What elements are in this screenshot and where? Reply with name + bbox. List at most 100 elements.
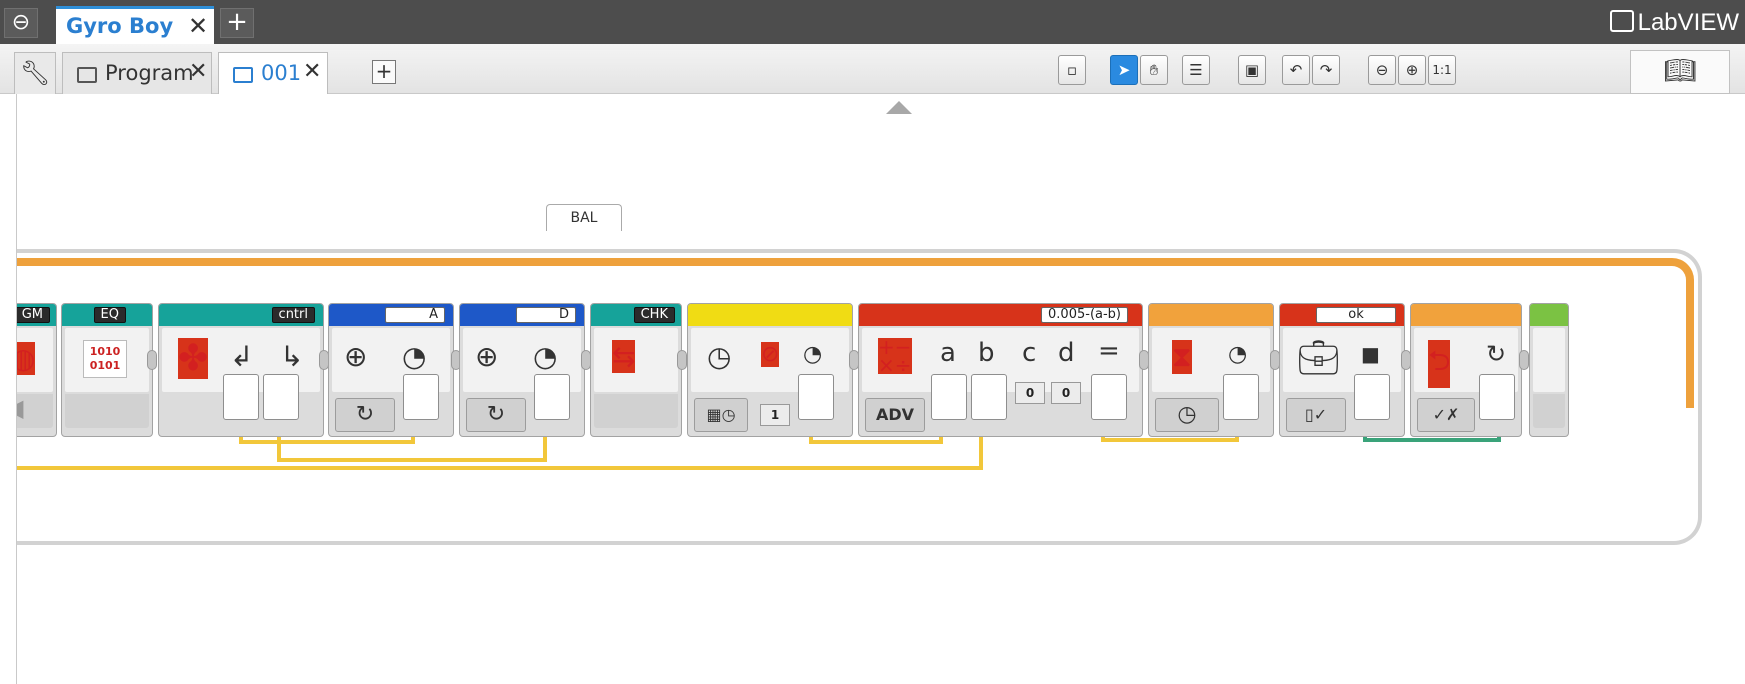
block-header: 0.005-(a-b) — [859, 304, 1142, 326]
output-plug[interactable] — [1091, 374, 1127, 420]
block-green-action[interactable] — [1529, 303, 1569, 437]
port-selector[interactable]: D — [516, 307, 576, 323]
block-wait[interactable]: ⧗ ◔ ◷ — [1148, 303, 1274, 437]
output-plug[interactable] — [1354, 374, 1390, 420]
small-briefcase-icon: ■ — [1361, 342, 1380, 366]
output-plug[interactable] — [263, 374, 299, 420]
block-variable-ok[interactable]: ok 💼︎ ■ ▯✓ — [1279, 303, 1405, 437]
port-selector[interactable]: A — [385, 307, 445, 323]
undo-button[interactable]: ↶ — [1282, 55, 1310, 85]
zoom-out-button[interactable]: ⊖ — [1368, 55, 1396, 85]
block-header: EQ — [62, 304, 152, 326]
mode-selector[interactable]: ▦◷ — [694, 398, 748, 432]
rotation-gauge-icon: ◔ — [402, 340, 427, 373]
block-header: cntrl — [159, 304, 323, 326]
block-chk[interactable]: CHK ⇆ — [590, 303, 682, 437]
plus-icon: + — [375, 59, 393, 83]
equation-field[interactable]: 0.005-(a-b) — [1041, 307, 1128, 323]
block-eq[interactable]: EQ 1010 0101 — [61, 303, 153, 437]
input-plug-b[interactable] — [971, 374, 1007, 420]
pan-tool-button[interactable]: ✋︎ — [1140, 55, 1168, 85]
undo-icon: ↶ — [1289, 61, 1303, 79]
block-cntrl[interactable]: cntrl ✤ ↲ ↳ — [158, 303, 324, 437]
param-c-input[interactable]: 0 — [1015, 382, 1045, 404]
tab-program[interactable]: Program ✕ — [62, 52, 212, 95]
close-project-icon[interactable]: ✕ — [188, 12, 208, 40]
output-plug[interactable] — [403, 374, 439, 420]
tab-001[interactable]: 001 ✕ — [218, 52, 328, 96]
home-icon: ⊖ — [11, 10, 31, 35]
help-button[interactable]: 📖︎ — [1630, 50, 1730, 94]
redo-button[interactable]: ↷ — [1312, 55, 1340, 85]
block-gm[interactable]: GM ◍ ◀ — [17, 303, 57, 437]
block-name-label: CHK — [633, 307, 675, 323]
left-arrow-icon: ◀ — [17, 394, 23, 422]
block-header: CHK — [591, 304, 681, 326]
program-icon — [233, 67, 253, 83]
zoom-in-button[interactable]: ⊕ — [1398, 55, 1426, 85]
add-project-button[interactable]: + — [220, 8, 254, 38]
block-motor-a[interactable]: A ⊕ ◔ ↻ — [328, 303, 454, 437]
motor-rotation-icon: ⊕ — [344, 340, 368, 373]
block-body: 1010 0101 — [65, 328, 149, 392]
comment-tool-button[interactable]: ☰ — [1182, 55, 1210, 85]
block-header: GM — [17, 304, 56, 326]
output-arrow-icon: ↳ — [280, 340, 304, 373]
mode-selector[interactable]: ↻ — [335, 398, 395, 432]
project-tab-label: Gyro Boy — [66, 14, 174, 38]
timer-number-input[interactable]: 1 — [760, 404, 790, 426]
mode-selector[interactable]: ADV — [865, 398, 925, 432]
save-button[interactable]: ▣ — [1238, 55, 1266, 85]
lobby-home-button[interactable]: ⊖ — [4, 8, 38, 38]
block-header — [688, 304, 852, 326]
hourglass-icon: ⧗ — [1172, 340, 1192, 374]
loop-return-icon: ⮌ — [1428, 340, 1451, 388]
my-block-icon: ✤ — [178, 338, 209, 379]
block-header — [1149, 304, 1273, 326]
logic-mode-icon: ✓✗ — [1432, 405, 1460, 424]
hand-icon: ✋︎ — [1149, 61, 1159, 79]
wrench-icon: 🔧︎ — [19, 59, 51, 87]
mode-selector[interactable]: ▯✓ — [1286, 398, 1346, 432]
mode-selector[interactable]: ◷ — [1155, 398, 1219, 432]
tab-program-label: Program — [105, 61, 194, 85]
add-program-button[interactable]: + — [372, 60, 396, 84]
param-d-input[interactable]: 0 — [1051, 382, 1081, 404]
content-editor-button[interactable]: ▫ — [1058, 55, 1086, 85]
programming-canvas[interactable]: BAL GM ◍ ◀ EQ 1010 0101 cntrl — [16, 94, 1745, 684]
project-properties-tab[interactable]: 🔧︎ — [14, 52, 56, 94]
read-logic-icon: ▯✓ — [1304, 405, 1328, 424]
zoom-reset-button[interactable]: 1:1 — [1428, 55, 1456, 85]
block-body: ⇆ — [594, 328, 678, 392]
output-plug[interactable] — [534, 374, 570, 420]
block-footer — [1533, 394, 1565, 428]
block-footer — [65, 394, 149, 428]
block-body: ◍ — [17, 328, 53, 392]
select-tool-button[interactable]: ➤ — [1110, 55, 1138, 85]
block-header: ok — [1280, 304, 1404, 326]
close-tab-icon[interactable]: ✕ — [189, 59, 207, 84]
input-plug[interactable] — [1223, 374, 1259, 420]
repeat-icon: ↻ — [1486, 340, 1507, 368]
block-timer-sensor[interactable]: ◷ ⊘ ◔ ▦◷ 1 — [687, 303, 853, 437]
block-loop-interrupt[interactable]: ⮌ ↻ ✓✗ — [1410, 303, 1522, 437]
variable-name-field[interactable]: ok — [1316, 307, 1396, 323]
output-plug[interactable] — [798, 374, 834, 420]
program-tab-bar: 🔧︎ Program ✕ 001 ✕ + ▫ ➤ ✋︎ ☰ ▣ ↶ ↷ ⊖ ⊕ … — [0, 44, 1745, 96]
block-motor-d[interactable]: D ⊕ ◔ ↻ — [459, 303, 585, 437]
sequence-connector[interactable] — [677, 350, 687, 370]
block-math-advanced[interactable]: 0.005-(a-b) +− ×÷ a b c d = ADV 0 0 — [858, 303, 1143, 437]
input-plug[interactable] — [1479, 374, 1515, 420]
motor-rotation-icon: ⊕ — [475, 340, 499, 373]
project-tab[interactable]: Gyro Boy ✕ — [56, 6, 214, 44]
pointer-icon: ➤ — [1117, 61, 1131, 79]
block-header — [1530, 304, 1568, 326]
sequence-connector[interactable] — [1519, 350, 1529, 370]
input-plug-a[interactable] — [931, 374, 967, 420]
mode-selector[interactable]: ✓✗ — [1417, 398, 1475, 432]
output-plug[interactable] — [223, 374, 259, 420]
block-name-label: GM — [17, 307, 50, 323]
sequence-connector[interactable] — [147, 350, 157, 370]
close-tab-icon[interactable]: ✕ — [303, 59, 321, 84]
mode-selector[interactable]: ↻ — [466, 398, 526, 432]
